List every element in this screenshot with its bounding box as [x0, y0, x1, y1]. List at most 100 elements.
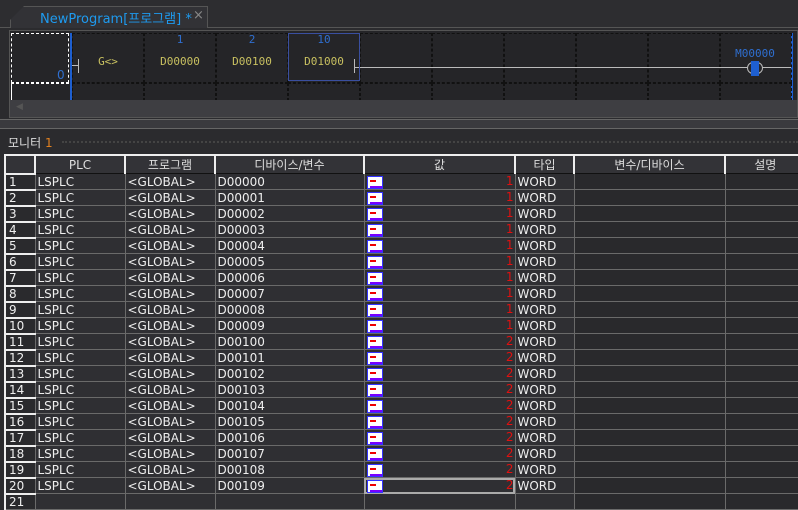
type-header[interactable]: 타입	[514, 154, 575, 174]
variable-cell[interactable]	[573, 477, 726, 494]
decimal-format-icon[interactable]	[366, 351, 383, 365]
value-cell[interactable]: 1	[363, 301, 516, 318]
program-cell[interactable]: <GLOBAL>	[124, 269, 216, 286]
table-row[interactable]: 5 LSPLC <GLOBAL> D00004 1 WORD	[4, 236, 798, 254]
operand-device[interactable]: D01000	[288, 55, 360, 68]
row-number[interactable]: 12	[4, 348, 36, 366]
value-cell[interactable]: 1	[363, 221, 516, 238]
decimal-format-icon[interactable]	[366, 335, 383, 349]
description-cell[interactable]	[724, 237, 798, 254]
description-cell[interactable]	[724, 285, 798, 302]
table-row[interactable]: 7 LSPLC <GLOBAL> D00006 1 WORD	[4, 268, 798, 286]
description-cell[interactable]	[724, 429, 798, 446]
row-number[interactable]: 3	[4, 204, 36, 222]
table-row[interactable]: 20 LSPLC <GLOBAL> D00109 2 WORD	[4, 476, 798, 494]
type-cell[interactable]: WORD	[514, 237, 575, 254]
decimal-format-icon[interactable]	[366, 223, 383, 237]
row-number[interactable]: 18	[4, 444, 36, 462]
variable-cell[interactable]	[573, 301, 726, 318]
ladder-cell[interactable]	[432, 83, 504, 101]
device-cell[interactable]: D00105	[214, 413, 365, 430]
type-cell[interactable]: WORD	[514, 349, 575, 366]
variable-cell[interactable]	[573, 237, 726, 254]
row-number[interactable]: 21	[4, 492, 36, 510]
table-row[interactable]: 11 LSPLC <GLOBAL> D00100 2 WORD	[4, 332, 798, 350]
description-cell[interactable]	[724, 253, 798, 270]
ladder-cell[interactable]	[648, 83, 720, 101]
variable-cell[interactable]	[573, 253, 726, 270]
table-row[interactable]: 16 LSPLC <GLOBAL> D00105 2 WORD	[4, 412, 798, 430]
value-cell[interactable]: 2	[363, 445, 516, 462]
variable-cell[interactable]	[573, 205, 726, 222]
program-cell[interactable]: <GLOBAL>	[124, 189, 216, 206]
decimal-format-icon[interactable]	[366, 207, 383, 221]
plc-cell[interactable]: LSPLC	[34, 189, 126, 206]
plc-cell[interactable]: LSPLC	[34, 205, 126, 222]
ladder-cell[interactable]	[432, 33, 504, 83]
program-cell[interactable]: <GLOBAL>	[124, 445, 216, 462]
description-cell[interactable]	[724, 173, 798, 190]
compare-contact[interactable]: G<>	[72, 55, 144, 68]
program-cell[interactable]: <GLOBAL>	[124, 365, 216, 382]
variable-cell[interactable]	[573, 413, 726, 430]
decimal-format-icon[interactable]	[366, 479, 383, 493]
variable-cell[interactable]	[573, 189, 726, 206]
type-cell[interactable]: WORD	[514, 477, 575, 494]
program-header[interactable]: 프로그램	[124, 154, 216, 174]
plc-header[interactable]: PLC	[34, 154, 126, 174]
plc-cell[interactable]	[34, 493, 126, 510]
program-cell[interactable]: <GLOBAL>	[124, 397, 216, 414]
type-cell[interactable]: WORD	[514, 413, 575, 430]
close-icon[interactable]: ×	[193, 8, 204, 23]
type-cell[interactable]: WORD	[514, 301, 575, 318]
plc-cell[interactable]: LSPLC	[34, 285, 126, 302]
type-cell[interactable]: WORD	[514, 365, 575, 382]
description-cell[interactable]	[724, 317, 798, 334]
ladder-cell[interactable]	[216, 83, 288, 101]
ladder-cell[interactable]	[720, 83, 792, 101]
variable-cell[interactable]	[573, 285, 726, 302]
table-row[interactable]: 3 LSPLC <GLOBAL> D00002 1 WORD	[4, 204, 798, 222]
table-row[interactable]: 9 LSPLC <GLOBAL> D00008 1 WORD	[4, 300, 798, 318]
ladder-cell[interactable]	[576, 83, 648, 101]
variable-cell[interactable]	[573, 269, 726, 286]
program-cell[interactable]: <GLOBAL>	[124, 173, 216, 190]
description-cell[interactable]	[724, 333, 798, 350]
description-cell[interactable]	[724, 205, 798, 222]
plc-cell[interactable]: LSPLC	[34, 269, 126, 286]
device-cell[interactable]: D00106	[214, 429, 365, 446]
table-row[interactable]: 21	[4, 492, 798, 510]
value-header[interactable]: 값	[363, 154, 516, 174]
type-cell[interactable]: WORD	[514, 189, 575, 206]
ladder-cell[interactable]	[648, 33, 720, 83]
decimal-format-icon[interactable]	[366, 175, 383, 189]
row-number[interactable]: 10	[4, 316, 36, 334]
program-cell[interactable]: <GLOBAL>	[124, 253, 216, 270]
decimal-format-icon[interactable]	[366, 383, 383, 397]
description-header[interactable]: 설명	[724, 154, 798, 174]
pane-splitter[interactable]	[0, 119, 798, 129]
device-cell[interactable]: D00009	[214, 317, 365, 334]
table-row[interactable]: 6 LSPLC <GLOBAL> D00005 1 WORD	[4, 252, 798, 270]
value-cell[interactable]: 1	[363, 189, 516, 206]
ladder-cell[interactable]	[288, 83, 360, 101]
ladder-cell[interactable]	[576, 33, 648, 83]
description-cell[interactable]	[724, 221, 798, 238]
decimal-format-icon[interactable]	[366, 399, 383, 413]
tab-title[interactable]: NewProgram[프로그램] *	[40, 8, 192, 27]
plc-cell[interactable]: LSPLC	[34, 253, 126, 270]
table-row[interactable]: 4 LSPLC <GLOBAL> D00003 1 WORD	[4, 220, 798, 238]
device-cell[interactable]	[214, 493, 365, 510]
value-cell[interactable]: 2	[363, 349, 516, 366]
variable-cell[interactable]	[573, 317, 726, 334]
row-number-header[interactable]	[4, 154, 36, 174]
description-cell[interactable]	[724, 477, 798, 494]
plc-cell[interactable]: LSPLC	[34, 413, 126, 430]
row-number[interactable]: 7	[4, 268, 36, 286]
variable-cell[interactable]	[573, 445, 726, 462]
ladder-cell[interactable]	[144, 83, 216, 101]
device-cell[interactable]: D00100	[214, 333, 365, 350]
variable-cell[interactable]	[573, 429, 726, 446]
row-number[interactable]: 13	[4, 364, 36, 382]
plc-cell[interactable]: LSPLC	[34, 381, 126, 398]
